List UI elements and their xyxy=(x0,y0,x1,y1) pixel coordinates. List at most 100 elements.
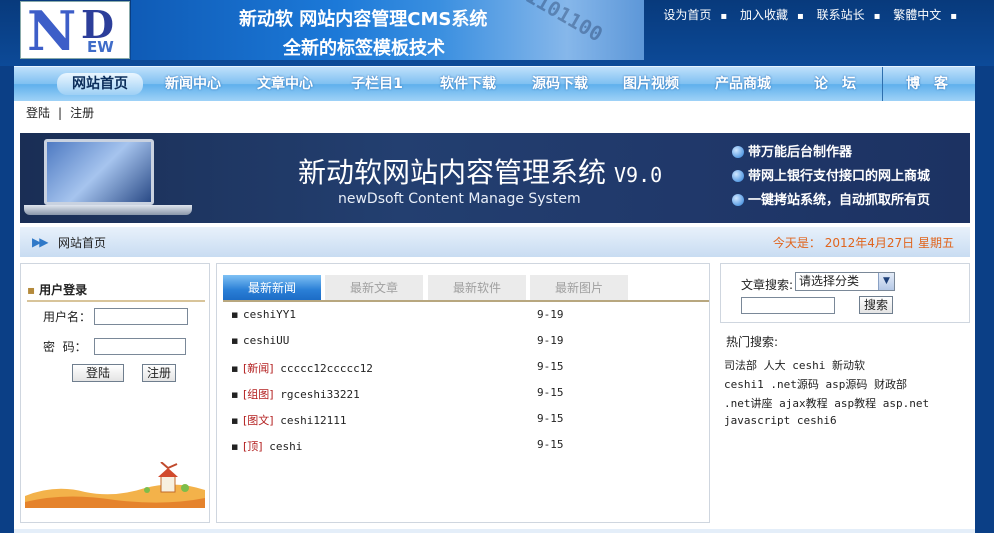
hero-features: 带万能后台制作器 带网上银行支付接口的网上商城 一键拷站系统，自动抓取所有页 xyxy=(732,141,930,213)
news-box: 最新新闻 最新文章 最新软件 最新图片 ▪ ceshiYY1 9-19 ▪ ceshi… xyxy=(216,263,710,523)
bullet-icon xyxy=(732,194,744,206)
search-button[interactable]: 搜索 xyxy=(859,296,893,314)
logo-letters-ew: EW xyxy=(87,38,114,56)
site-logo[interactable]: N D EW xyxy=(20,0,130,63)
nav-item-pictures[interactable]: 图片视频 xyxy=(608,73,694,95)
traditional-chinese-link[interactable]: 繁體中文 xyxy=(893,8,941,22)
hot-search-title: 热门搜索: xyxy=(726,335,779,349)
bullet-icon xyxy=(732,146,744,158)
site-header: N D EW 01101100 新动软 网站内容管理CMS系统 全新的标签模板技… xyxy=(0,0,994,66)
hero-title: 新动软网站内容管理系统 V9.0 xyxy=(298,156,663,189)
hero-feature: 带网上银行支付接口的网上商城 xyxy=(732,165,930,189)
news-date: 9-15 xyxy=(537,438,564,451)
news-title-link[interactable]: ccccc12ccccc12 xyxy=(280,362,373,375)
news-row: ▪ [组图] rgceshi33221 9-15 xyxy=(231,386,564,402)
news-row: ▪ [新闻] ccccc12ccccc12 9-15 xyxy=(231,360,564,376)
hero-version: V9.0 xyxy=(614,163,663,187)
login-box: ▪ 用户登录 用户名： 密 码： 登陆 注册 xyxy=(20,263,210,523)
login-box-title: ▪ 用户登录 xyxy=(27,280,205,302)
hot-search-row[interactable]: javascript ceshi6 xyxy=(724,414,837,427)
bullet-icon: ▪ xyxy=(231,388,239,401)
nav-item-forum[interactable]: 论 坛 xyxy=(792,73,878,95)
news-title-link[interactable]: ceshi xyxy=(269,440,302,453)
login-link[interactable]: 登陆 xyxy=(26,106,50,120)
news-title-link[interactable]: ceshiUU xyxy=(243,334,289,347)
register-button[interactable]: 注册 xyxy=(142,364,176,382)
tab-underline xyxy=(223,300,709,302)
bullet-icon: ▪ xyxy=(231,440,239,453)
username-label: 用户名： xyxy=(43,310,92,324)
breadcrumb-current[interactable]: 网站首页 xyxy=(58,234,106,251)
bullet-icon: ▪ xyxy=(231,362,239,375)
news-date: 9-15 xyxy=(537,360,564,373)
hot-search-row[interactable]: .net讲座 ajax教程 asp教程 asp.net xyxy=(724,395,929,411)
hot-search-row[interactable]: 司法部 人大 ceshi 新动软 xyxy=(724,357,865,373)
breadcrumb: ▶▶ 网站首页 今天是： 2012年4月27日 星期五 xyxy=(20,227,970,257)
tab-latest-images[interactable]: 最新图片 xyxy=(530,275,628,300)
news-category-tag[interactable]: [新闻] xyxy=(243,362,274,375)
article-search-box: 文章搜索: 请选择分类 ▼ 搜索 xyxy=(720,263,970,323)
news-date: 9-19 xyxy=(537,334,564,347)
nav-divider xyxy=(882,67,883,102)
nav-item-source-code[interactable]: 源码下载 xyxy=(517,73,603,95)
set-homepage-link[interactable]: 设为首页 xyxy=(663,8,711,22)
double-arrow-icon: ▶▶ xyxy=(32,235,49,249)
news-row: ▪ [顶] ceshi 9-15 xyxy=(231,438,564,454)
password-label: 密 码： xyxy=(43,340,87,354)
nav-item-subcolumn1[interactable]: 子栏目1 xyxy=(334,73,420,95)
news-category-tag[interactable]: [顶] xyxy=(243,440,263,453)
nav-item-blog[interactable]: 博 客 xyxy=(884,73,970,95)
laptop-image xyxy=(44,139,154,205)
news-category-tag[interactable]: [图文] xyxy=(243,414,274,427)
page-content: 登陆 | 注册 新动软网站内容管理系统 V9.0 newDsoft Content M… xyxy=(14,101,975,533)
landscape-decoration xyxy=(25,462,205,508)
news-row: ▪ ceshiYY1 9-19 xyxy=(231,308,564,324)
news-date: 9-15 xyxy=(537,386,564,399)
add-favorite-link[interactable]: 加入收藏 xyxy=(740,8,788,22)
nav-item-news[interactable]: 新闻中心 xyxy=(150,73,236,95)
bullet-icon: ▪ xyxy=(231,334,239,347)
news-date: 9-19 xyxy=(537,308,564,321)
hero-feature: 带万能后台制作器 xyxy=(732,141,930,165)
news-date: 9-15 xyxy=(537,412,564,425)
nav-item-shop[interactable]: 产品商城 xyxy=(700,73,786,95)
banner-subtitle: 全新的标签模板技术 xyxy=(283,38,445,59)
category-select[interactable]: 请选择分类 ▼ xyxy=(795,272,895,291)
tab-latest-software[interactable]: 最新软件 xyxy=(428,275,526,300)
news-category-tag[interactable]: [组图] xyxy=(243,388,274,401)
header-banner: 01101100 新动软 网站内容管理CMS系统 全新的标签模板技术 xyxy=(131,0,644,60)
tab-latest-news[interactable]: 最新新闻 xyxy=(223,275,321,300)
hero-banner: 新动软网站内容管理系统 V9.0 newDsoft Content Manage … xyxy=(20,133,970,223)
bottom-strip xyxy=(14,529,975,533)
title-dot-icon: ▪ xyxy=(27,283,36,297)
hero-feature: 一键拷站系统，自动抓取所有页 xyxy=(732,189,930,213)
current-date: 今天是： 2012年4月27日 星期五 xyxy=(772,236,954,250)
hot-search-box: 热门搜索: 司法部 人大 ceshi 新动软 ceshi1 .net源码 asp… xyxy=(720,331,970,523)
news-title-link[interactable]: rgceshi33221 xyxy=(280,388,359,401)
news-title-link[interactable]: ceshiYY1 xyxy=(243,308,296,321)
news-title-link[interactable]: ceshi12111 xyxy=(280,414,346,427)
nav-item-software[interactable]: 软件下载 xyxy=(425,73,511,95)
top-links: 设为首页 ▪ 加入收藏 ▪ 联系站长 ▪ 繁體中文 ▪ xyxy=(663,8,957,22)
auth-links: 登陆 | 注册 xyxy=(26,106,95,120)
nav-item-articles[interactable]: 文章中心 xyxy=(242,73,328,95)
logo-letter-n: N xyxy=(27,0,77,63)
password-input[interactable] xyxy=(94,338,186,355)
contact-admin-link[interactable]: 联系站长 xyxy=(817,8,865,22)
tab-latest-articles[interactable]: 最新文章 xyxy=(325,275,423,300)
bullet-icon: ▪ xyxy=(231,308,239,321)
hot-search-row[interactable]: ceshi1 .net源码 asp源码 财政部 xyxy=(724,376,907,392)
bullet-icon xyxy=(732,170,744,182)
news-row: ▪ [图文] ceshi12111 9-15 xyxy=(231,412,564,428)
nav-item-home[interactable]: 网站首页 xyxy=(57,73,143,95)
main-nav: 网站首页 新闻中心 文章中心 子栏目1 软件下载 源码下载 图片视频 产品商城 … xyxy=(14,66,975,102)
register-link[interactable]: 注册 xyxy=(70,106,94,120)
banner-title: 新动软 网站内容管理CMS系统 xyxy=(239,9,488,30)
username-input[interactable] xyxy=(94,308,188,325)
news-row: ▪ ceshiUU 9-19 xyxy=(231,334,564,350)
login-button[interactable]: 登陆 xyxy=(72,364,124,382)
banner-binary-decoration: 01101100 xyxy=(511,0,607,47)
chevron-down-icon[interactable]: ▼ xyxy=(878,273,894,290)
search-input[interactable] xyxy=(741,297,835,314)
bullet-icon: ▪ xyxy=(231,414,239,427)
